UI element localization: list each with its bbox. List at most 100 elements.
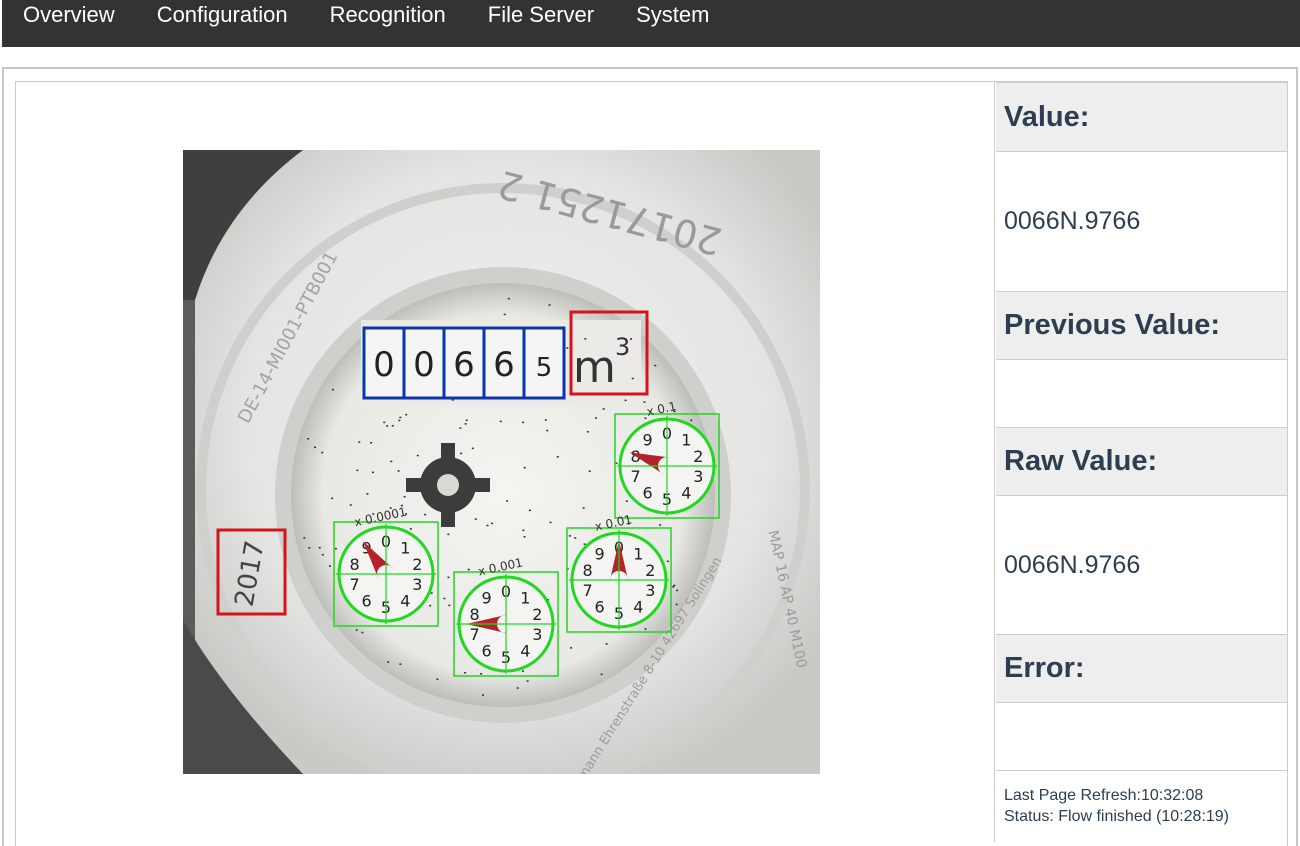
speckle <box>644 417 647 420</box>
raw-value-text: 0066N.9766 <box>996 496 1287 634</box>
speckle <box>459 427 462 429</box>
speckle <box>586 431 589 433</box>
speckle <box>676 589 679 592</box>
speckle <box>409 528 412 530</box>
speckle <box>602 408 605 410</box>
dial-3-number: 8 <box>470 605 480 624</box>
speckle <box>583 543 586 545</box>
value-header: Value: <box>996 82 1287 152</box>
speckle <box>447 533 450 536</box>
speckle <box>467 568 470 571</box>
nav-recognition[interactable]: Recognition <box>309 0 467 30</box>
speckle <box>443 597 446 600</box>
speckle <box>659 524 662 526</box>
speckle <box>471 447 474 450</box>
speckle <box>429 604 432 607</box>
speckle <box>334 547 337 550</box>
speckle <box>383 421 386 424</box>
dial-1-number: 4 <box>681 484 691 503</box>
dial-3-number: 9 <box>482 588 492 607</box>
status-cell: Last Page Refresh:10:32:08 Status: Flow … <box>996 770 1287 842</box>
dial-2-number: 2 <box>645 561 655 580</box>
speckle <box>349 504 352 506</box>
nav-system[interactable]: System <box>615 0 730 30</box>
speckle <box>399 416 402 419</box>
speckle <box>546 429 549 432</box>
value-text: 0066N.9766 <box>996 152 1287 291</box>
speckle <box>548 304 551 306</box>
speckle <box>387 661 390 663</box>
speckle <box>371 471 374 474</box>
speckle <box>507 297 510 300</box>
nav-file-server[interactable]: File Server <box>467 0 615 30</box>
flow-status-text: Status: Flow finished (10:28:19) <box>1004 808 1230 825</box>
speckle <box>370 441 373 444</box>
dial-2-number: 4 <box>633 598 643 617</box>
speckle <box>390 460 393 463</box>
speckle <box>464 423 467 425</box>
dial-1-number: 3 <box>693 467 703 486</box>
speckle <box>366 493 369 495</box>
nav-overview[interactable]: Overview <box>2 0 136 30</box>
speckle <box>447 576 450 579</box>
digit-3: 6 <box>453 345 475 385</box>
speckle <box>503 313 506 316</box>
speckle <box>358 441 361 443</box>
speckle <box>625 500 628 502</box>
speckle <box>448 604 451 607</box>
speckle <box>549 521 552 524</box>
speckle <box>481 694 484 696</box>
speckle <box>666 560 669 563</box>
speckle <box>474 518 477 520</box>
speckle <box>675 603 678 606</box>
speckle <box>506 500 509 502</box>
speckle <box>321 451 324 454</box>
dial-3-number: 3 <box>532 625 542 644</box>
dial-1-number: 2 <box>693 447 703 466</box>
speckle <box>568 535 571 537</box>
speckle <box>331 388 334 391</box>
speckle <box>672 586 675 588</box>
previous-value-header: Previous Value: <box>996 291 1287 360</box>
speckle <box>521 670 524 672</box>
speckle <box>526 680 529 682</box>
speckle <box>424 513 427 516</box>
dial-4-number: 7 <box>350 575 360 594</box>
speckle <box>399 663 402 665</box>
dial-1-number: 1 <box>681 430 691 449</box>
digit-2: 0 <box>413 345 435 385</box>
unit-label: m <box>573 342 616 393</box>
digit-1: 0 <box>373 345 395 385</box>
speckle <box>588 470 591 473</box>
speckle <box>594 417 597 419</box>
speckle <box>430 592 433 594</box>
dial-3-number: 7 <box>470 625 480 644</box>
previous-value-text <box>996 360 1287 427</box>
speckle <box>313 446 316 449</box>
dial-2-number: 9 <box>595 544 605 563</box>
speckle <box>499 420 502 423</box>
speckle <box>556 456 559 458</box>
speckle <box>600 673 603 676</box>
dial-3-number: 4 <box>520 642 530 661</box>
speckle <box>308 547 311 549</box>
speckle <box>465 419 468 422</box>
last-refresh-text: Last Page Refresh:10:32:08 <box>1004 787 1204 804</box>
speckle <box>391 424 394 427</box>
dial-4-number: 4 <box>400 592 410 611</box>
speckle <box>643 401 646 403</box>
speckle <box>673 584 676 587</box>
speckle <box>464 671 467 674</box>
speckle <box>523 536 526 538</box>
speckle <box>405 413 408 416</box>
speckle <box>398 419 401 422</box>
speckle <box>631 377 634 380</box>
dial-3-number: 1 <box>520 588 530 607</box>
dial-1-number: 6 <box>643 484 653 503</box>
dial-1-number: 9 <box>643 430 653 449</box>
nav-configuration[interactable]: Configuration <box>136 0 309 30</box>
speckle <box>574 537 577 539</box>
dial-4-number: 8 <box>350 555 360 574</box>
speckle <box>386 425 389 427</box>
speckle <box>361 631 364 634</box>
